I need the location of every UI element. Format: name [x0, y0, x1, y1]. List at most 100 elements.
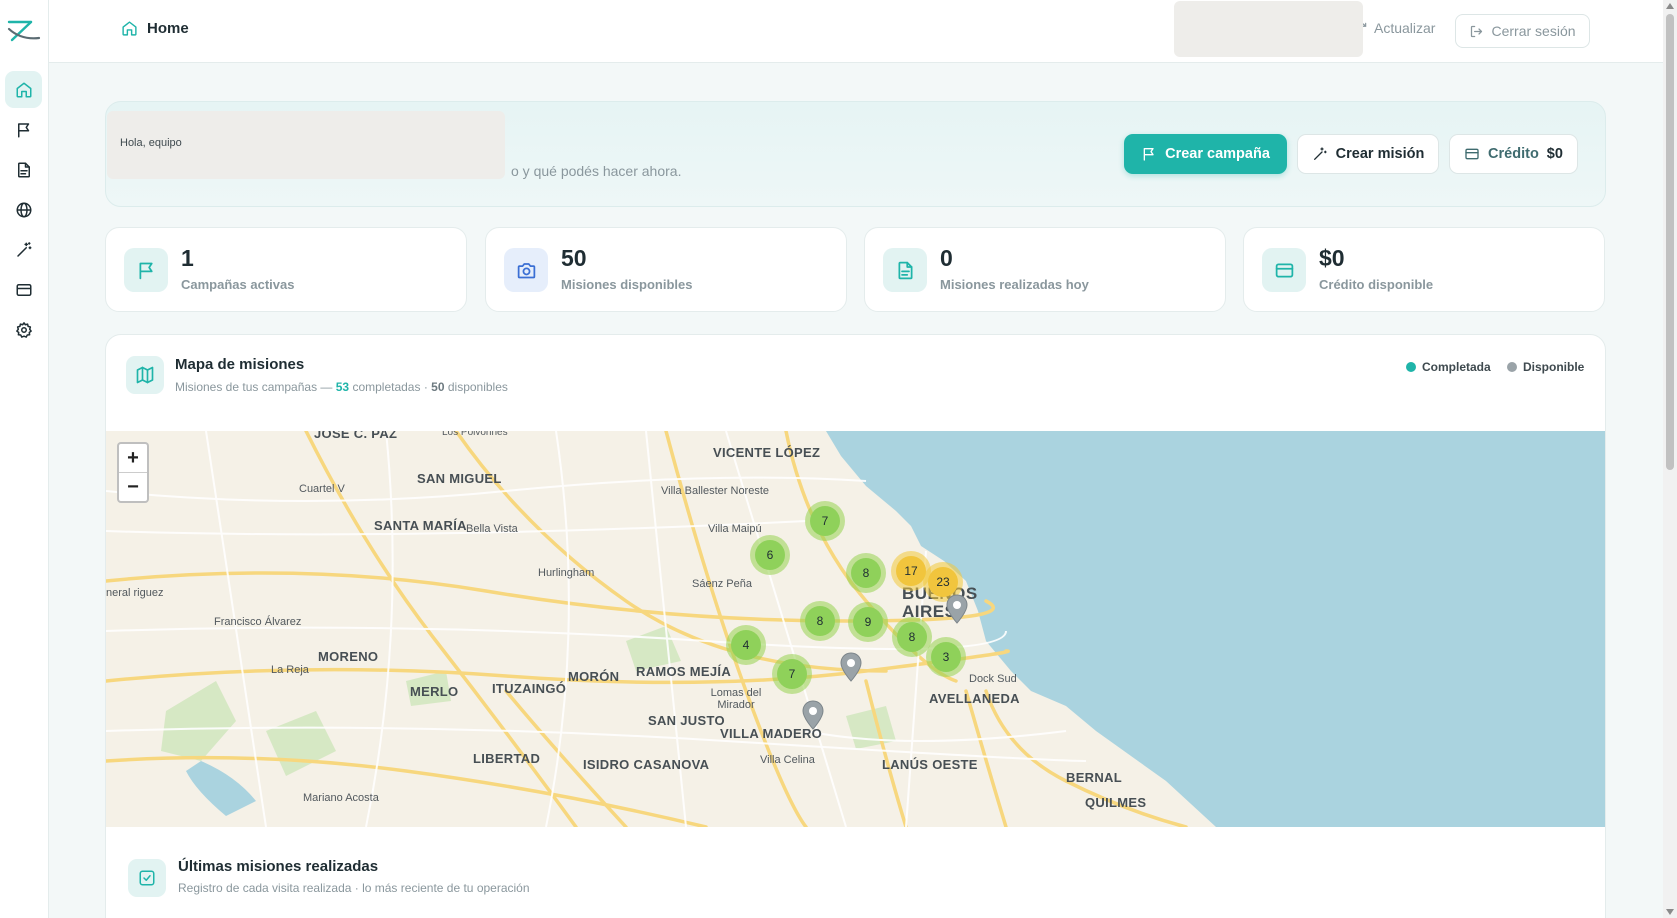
sidebar-item-settings[interactable] [5, 311, 42, 348]
map-cluster[interactable]: 9 [848, 602, 888, 642]
sidebar-item-missions[interactable] [5, 231, 42, 268]
credit-button[interactable]: Crédito $0 [1449, 134, 1578, 174]
create-mission-button[interactable]: Crear misión [1297, 134, 1439, 174]
map-cluster[interactable]: 7 [805, 501, 845, 541]
loading-skeleton [1174, 1, 1363, 57]
zoom-out-button[interactable]: − [119, 473, 147, 502]
legend-available-label: Disponible [1523, 360, 1585, 374]
create-mission-label: Crear misión [1335, 146, 1425, 162]
topbar: Home Actualizar Cerrar sesión [49, 0, 1663, 63]
available-word: disponibles [444, 380, 508, 394]
map-cluster[interactable]: 8 [846, 553, 886, 593]
map-label: MORENO [318, 649, 379, 664]
zoom-in-button[interactable]: + [119, 444, 147, 473]
stat-label: Misiones realizadas hoy [940, 277, 1089, 292]
map-label: BERNAL [1066, 770, 1122, 785]
sidebar-item-globe[interactable] [5, 191, 42, 228]
refresh-label: Actualizar [1374, 20, 1436, 36]
legend-available: Disponible [1507, 360, 1584, 374]
cluster-count: 7 [777, 659, 807, 689]
completed-dot-icon [1406, 362, 1416, 372]
scroll-thumb[interactable] [1666, 14, 1674, 470]
map-pin-icon[interactable] [946, 594, 968, 624]
check-square-icon [139, 870, 155, 886]
breadcrumb[interactable]: Home [121, 20, 189, 37]
cluster-count: 3 [931, 642, 961, 672]
map-subtitle-prefix: Misiones de tus campañas — [175, 380, 336, 394]
map-title: Mapa de misiones [175, 356, 305, 373]
create-campaign-button[interactable]: Crear campaña [1124, 134, 1287, 174]
stat-icon-wrap [504, 248, 548, 292]
map-label: Sáenz Peña [692, 578, 752, 590]
scroll-down-icon[interactable] [1666, 909, 1674, 915]
map-cluster[interactable]: 3 [926, 637, 966, 677]
map-label: VICENTE LÓPEZ [713, 445, 821, 460]
refresh-button[interactable]: Actualizar [1354, 20, 1435, 36]
flag-icon [139, 262, 153, 279]
stat-icon-wrap [124, 248, 168, 292]
logout-label: Cerrar sesión [1491, 23, 1576, 39]
map-label: MERLO [410, 684, 459, 699]
map-pin-icon[interactable] [802, 700, 824, 730]
completed-word: completadas · [349, 380, 432, 394]
map-label: JOSÉ C. PAZ [314, 431, 398, 441]
credit-value: $0 [1546, 146, 1563, 162]
map-label: Hurlingham [538, 567, 595, 579]
card-icon [1275, 263, 1293, 277]
globe-icon [16, 202, 31, 217]
missions-map-card: Mapa de misiones Misiones de tus campaña… [105, 334, 1606, 918]
cluster-count: 17 [896, 556, 926, 586]
stat-label: Crédito disponible [1319, 277, 1434, 292]
map-icon-wrap [126, 356, 164, 394]
cluster-count: 8 [897, 622, 927, 652]
sidebar [0, 0, 49, 918]
logout-button[interactable]: Cerrar sesión [1455, 14, 1590, 48]
wand-icon [1313, 147, 1327, 160]
map-label: Francisco Álvarez [214, 616, 302, 628]
map-label: Villa Ballester Noreste [661, 485, 770, 497]
map-cluster[interactable]: 6 [750, 535, 790, 575]
flag-icon [17, 122, 29, 137]
document-icon [898, 261, 912, 279]
stat-icon-wrap [883, 248, 927, 292]
stat-value: 50 [561, 245, 587, 271]
sidebar-item-home[interactable] [5, 71, 42, 108]
available-count: 50 [431, 380, 445, 394]
map-label: neral riguez [106, 587, 164, 599]
zoom-control: + − [117, 442, 149, 503]
map-label: SAN MIGUEL [417, 471, 502, 486]
page-scrollbar[interactable] [1663, 0, 1677, 918]
stat-card-active-campaigns: 1 Campañas activas [105, 227, 467, 312]
stat-value: $0 [1319, 245, 1345, 271]
map-cluster[interactable]: 8 [800, 601, 840, 641]
cluster-count: 7 [810, 506, 840, 536]
checklist-icon-wrap [128, 859, 166, 897]
stat-value: 1 [181, 245, 194, 271]
map-pin-icon[interactable] [840, 652, 862, 682]
home-icon [122, 21, 137, 36]
card-icon [16, 283, 31, 296]
stat-label: Campañas activas [181, 277, 295, 292]
sidebar-item-billing[interactable] [5, 271, 42, 308]
map-canvas[interactable]: JOSÉ C. PAZ Los Polvorines VICENTE LÓPEZ… [106, 431, 1605, 827]
camera-icon [517, 262, 535, 278]
map-subtitle: Misiones de tus campañas — 53 completada… [175, 380, 508, 394]
scroll-up-icon[interactable] [1666, 3, 1674, 9]
card-icon [1465, 148, 1479, 160]
sidebar-item-campaigns[interactable] [5, 111, 42, 148]
stat-card-missions-today: 0 Misiones realizadas hoy [864, 227, 1226, 312]
sidebar-item-documents[interactable] [5, 151, 42, 188]
greeting-text: Hola, equipo [120, 137, 182, 149]
map-label: AVELLANEDA [929, 691, 1020, 706]
last-missions-title: Últimas misiones realizadas [178, 858, 379, 875]
map-cluster[interactable]: 7 [772, 654, 812, 694]
brand-logo[interactable] [7, 18, 41, 44]
stat-value: 0 [940, 245, 953, 271]
wand-icon [16, 241, 31, 257]
breadcrumb-home: Home [147, 20, 189, 37]
flag-icon [1143, 148, 1154, 161]
map-cluster[interactable]: 4 [726, 625, 766, 665]
map-label: SAN JUSTO [648, 713, 725, 728]
last-missions-subtitle: Registro de cada visita realizada · lo m… [178, 881, 530, 895]
stat-card-available-missions: 50 Misiones disponibles [485, 227, 847, 312]
